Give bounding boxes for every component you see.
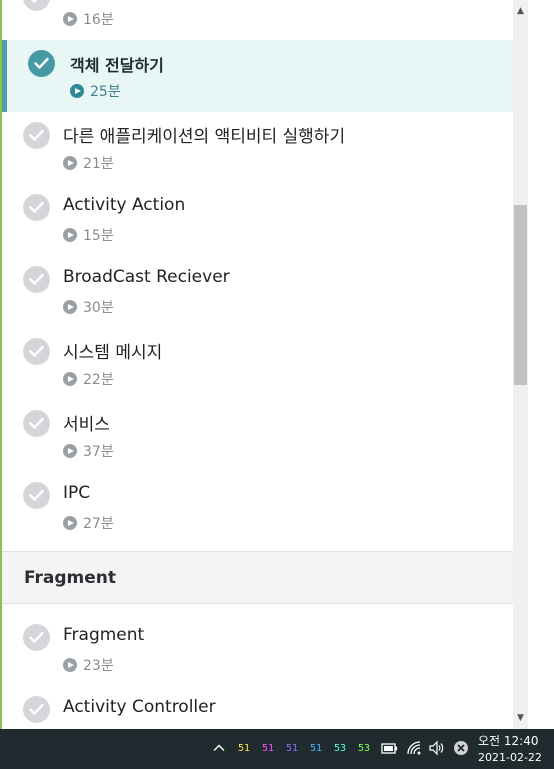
scroll-thumb[interactable] [514,205,527,385]
lesson-duration: 37분 [63,441,114,461]
lesson-item[interactable]: BroadCast Reciever 30분 [2,256,513,328]
lesson-duration: 15분 [63,225,114,245]
lesson-title: 객체 전달하기 [70,56,164,75]
lesson-item[interactable]: 16분 [2,0,513,34]
check-icon [23,194,50,221]
lesson-item-active[interactable]: 객체 전달하기 25분 [2,40,513,112]
check-icon [23,696,50,723]
check-icon [23,624,50,651]
lesson-duration: 23분 [63,655,114,675]
lesson-title: Fragment [63,625,145,645]
clock-time[interactable]: 오전 12:40 [478,732,538,749]
course-curriculum-panel: 16분 객체 전달하기 25분 다른 애플리케이션의 액티비티 실행하기 21분… [0,0,554,729]
duration-text: 25분 [90,84,121,100]
duration-text: 37분 [83,444,114,460]
vertical-scrollbar[interactable]: ▲ ▼ [513,0,528,729]
lesson-duration: 30분 [63,297,114,317]
check-icon [23,338,50,365]
duration-text: 22분 [83,372,114,388]
lesson-title: BroadCast Reciever [63,267,230,287]
play-icon [63,658,77,672]
tray-counter[interactable]: 51 [310,743,322,754]
check-icon [23,122,50,149]
check-icon [23,0,50,11]
lesson-title: 다른 애플리케이션의 액티비티 실행하기 [63,127,346,147]
lesson-duration: 16분 [63,9,114,29]
lesson-title: Activity Action [63,195,186,215]
lesson-item[interactable]: Activity Controller [2,686,513,729]
lesson-item[interactable]: IPC 27분 [2,472,513,544]
duration-text: 23분 [83,658,114,674]
tray-counter[interactable]: 51 [286,743,298,754]
tray-counter[interactable]: 53 [358,743,370,754]
speaker-icon[interactable] [428,739,446,757]
play-icon [63,156,77,170]
lesson-title: 서비스 [63,415,110,435]
play-icon [63,444,77,458]
tray-counter[interactable]: 53 [334,743,346,754]
lesson-title: 시스템 메시지 [63,343,163,363]
close-circle-icon[interactable] [452,739,470,757]
scroll-down-arrow-icon[interactable]: ▼ [513,707,528,729]
duration-text: 30분 [83,300,114,316]
duration-text: 16분 [83,12,114,28]
play-icon [63,372,77,386]
section-title: Fragment [24,568,117,588]
play-icon [63,12,77,26]
scroll-up-arrow-icon[interactable]: ▲ [513,0,528,22]
chevron-up-icon[interactable] [212,741,226,755]
play-icon [63,516,77,530]
lesson-duration: 27분 [63,513,114,533]
lesson-item[interactable]: 시스템 메시지 22분 [2,328,513,400]
active-indicator [2,40,7,112]
duration-text: 15분 [83,228,114,244]
lesson-duration: 22분 [63,369,114,389]
check-icon [23,482,50,509]
lesson-item[interactable]: Activity Action 15분 [2,184,513,256]
lesson-item[interactable]: 서비스 37분 [2,400,513,472]
play-icon [63,300,77,314]
lesson-duration: 25분 [70,81,121,101]
battery-icon[interactable] [380,739,398,757]
lesson-duration: 21분 [63,153,114,173]
check-icon [23,410,50,437]
duration-text: 21분 [83,156,114,172]
lesson-title: IPC [63,483,91,503]
taskbar: 51 51 51 51 53 53 오전 12:40 2021-02-22 [0,729,554,769]
tray-counter[interactable]: 51 [262,743,274,754]
right-margin [528,0,554,729]
wifi-icon[interactable] [405,739,423,757]
check-icon [28,50,55,77]
tray-counter[interactable]: 51 [238,743,250,754]
play-icon [63,228,77,242]
lesson-title: Activity Controller [63,697,216,717]
lesson-item[interactable]: Fragment 23분 [2,614,513,686]
duration-text: 27분 [83,516,114,532]
lesson-item[interactable]: 다른 애플리케이션의 액티비티 실행하기 21분 [2,112,513,184]
section-header[interactable]: Fragment [2,551,513,604]
check-icon [23,266,50,293]
clock-date[interactable]: 2021-02-22 [478,751,542,764]
play-icon [70,84,84,98]
